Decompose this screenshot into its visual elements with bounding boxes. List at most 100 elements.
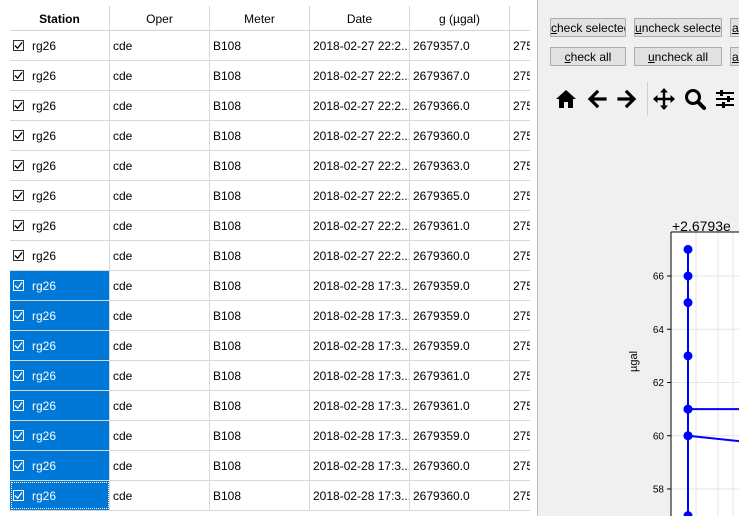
row-checkbox[interactable] (13, 70, 24, 81)
meter-cell[interactable]: B108 (210, 211, 310, 240)
date-cell[interactable]: 2018-02-27 22:2... (310, 121, 410, 150)
oper-cell[interactable]: cde (110, 271, 210, 300)
date-cell[interactable]: 2018-02-27 22:2... (310, 241, 410, 270)
station-cell[interactable]: rg26 (10, 151, 110, 180)
check-all-button[interactable]: check all (550, 47, 626, 66)
meter-cell[interactable]: B108 (210, 121, 310, 150)
table-row[interactable]: rg26 cde B108 2018-02-28 17:3... 2679360.0 27… (10, 451, 537, 481)
date-cell[interactable]: 2018-02-27 22:2... (310, 151, 410, 180)
station-cell[interactable]: rg26 (10, 301, 110, 330)
zoom-icon[interactable] (682, 84, 708, 114)
oper-cell[interactable]: cde (110, 61, 210, 90)
meter-cell[interactable]: B108 (210, 301, 310, 330)
table-row[interactable]: rg26 cde B108 2018-02-28 17:3... 2679359.0 27… (10, 421, 537, 451)
station-cell[interactable]: rg26 (10, 481, 110, 510)
g-cell[interactable]: 2679359.0 (410, 421, 510, 450)
plot-canvas[interactable]: 58 60 62 64 66 (620, 205, 739, 516)
row-checkbox[interactable] (13, 100, 24, 111)
table-row[interactable]: rg26 cde B108 2018-02-28 17:3... 2679360.0 27… (10, 481, 537, 511)
column-header-meter[interactable]: Meter (210, 6, 310, 30)
row-checkbox[interactable] (13, 190, 24, 201)
date-cell[interactable]: 2018-02-28 17:3... (310, 391, 410, 420)
g-cell[interactable]: 2679367.0 (410, 61, 510, 90)
date-cell[interactable]: 2018-02-27 22:2... (310, 181, 410, 210)
table-row[interactable]: rg26 cde B108 2018-02-28 17:3... 2679361.0 27… (10, 391, 537, 421)
date-cell[interactable]: 2018-02-28 17:3... (310, 331, 410, 360)
station-cell[interactable]: rg26 (10, 451, 110, 480)
g-cell[interactable]: 2679359.0 (410, 271, 510, 300)
date-cell[interactable]: 2018-02-28 17:3... (310, 271, 410, 300)
date-cell[interactable]: 2018-02-27 22:2... (310, 91, 410, 120)
meter-cell[interactable]: B108 (210, 181, 310, 210)
home-icon[interactable] (553, 84, 579, 114)
row-checkbox[interactable] (13, 160, 24, 171)
oper-cell[interactable]: cde (110, 91, 210, 120)
meter-cell[interactable]: B108 (210, 481, 310, 510)
meter-cell[interactable]: B108 (210, 91, 310, 120)
oper-cell[interactable]: cde (110, 301, 210, 330)
g-cell[interactable]: 2679360.0 (410, 121, 510, 150)
date-cell[interactable]: 2018-02-27 22:2... (310, 211, 410, 240)
table-row[interactable]: rg26 cde B108 2018-02-27 22:2... 2679360.0 27… (10, 241, 537, 271)
date-cell[interactable]: 2018-02-28 17:3... (310, 451, 410, 480)
oper-cell[interactable]: cde (110, 391, 210, 420)
station-cell[interactable]: rg26 (10, 121, 110, 150)
table-row[interactable]: rg26 cde B108 2018-02-27 22:2... 2679357.0 27… (10, 31, 537, 61)
table-row[interactable]: rg26 cde B108 2018-02-27 22:2... 2679361.0 27… (10, 211, 537, 241)
partial-button-top[interactable]: a (730, 18, 739, 37)
row-checkbox[interactable] (13, 370, 24, 381)
oper-cell[interactable]: cde (110, 211, 210, 240)
row-checkbox[interactable] (13, 340, 24, 351)
g-cell[interactable]: 2679359.0 (410, 301, 510, 330)
oper-cell[interactable]: cde (110, 451, 210, 480)
meter-cell[interactable]: B108 (210, 331, 310, 360)
g-cell[interactable]: 2679360.0 (410, 481, 510, 510)
meter-cell[interactable]: B108 (210, 241, 310, 270)
station-cell[interactable]: rg26 (10, 241, 110, 270)
table-row[interactable]: rg26 cde B108 2018-02-27 22:2... 2679360.0 27… (10, 121, 537, 151)
station-cell[interactable]: rg26 (10, 61, 110, 90)
g-cell[interactable]: 2679361.0 (410, 211, 510, 240)
table-row[interactable]: rg26 cde B108 2018-02-28 17:3... 2679359.0 27… (10, 331, 537, 361)
column-header-station[interactable]: Station (10, 6, 110, 30)
table-row[interactable]: rg26 cde B108 2018-02-28 17:3... 2679361.0 27… (10, 361, 537, 391)
row-checkbox[interactable] (13, 310, 24, 321)
g-cell[interactable]: 2679359.0 (410, 331, 510, 360)
station-cell[interactable]: rg26 (10, 31, 110, 60)
date-cell[interactable]: 2018-02-28 17:3... (310, 421, 410, 450)
station-cell[interactable]: rg26 (10, 421, 110, 450)
station-cell[interactable]: rg26 (10, 361, 110, 390)
row-checkbox[interactable] (13, 490, 24, 501)
table-row[interactable]: rg26 cde B108 2018-02-28 17:3... 2679359.0 27… (10, 301, 537, 331)
station-cell[interactable]: rg26 (10, 211, 110, 240)
uncheck-all-button[interactable]: uncheck all (634, 47, 722, 66)
oper-cell[interactable]: cde (110, 361, 210, 390)
row-checkbox[interactable] (13, 220, 24, 231)
uncheck-selected-button[interactable]: uncheck selected (634, 18, 722, 37)
forward-arrow-icon[interactable] (614, 84, 640, 114)
column-header-date[interactable]: Date (310, 6, 410, 30)
date-cell[interactable]: 2018-02-28 17:3... (310, 301, 410, 330)
oper-cell[interactable]: cde (110, 151, 210, 180)
table-row[interactable]: rg26 cde B108 2018-02-27 22:2... 2679367.0 27… (10, 61, 537, 91)
row-checkbox[interactable] (13, 280, 24, 291)
partial-button-bottom[interactable]: a (730, 47, 739, 66)
station-cell[interactable]: rg26 (10, 91, 110, 120)
g-cell[interactable]: 2679365.0 (410, 181, 510, 210)
row-checkbox[interactable] (13, 250, 24, 261)
oper-cell[interactable]: cde (110, 31, 210, 60)
row-checkbox[interactable] (13, 400, 24, 411)
check-selected-button[interactable]: check selected (550, 18, 626, 37)
date-cell[interactable]: 2018-02-28 17:3... (310, 481, 410, 510)
oper-cell[interactable]: cde (110, 121, 210, 150)
station-cell[interactable]: rg26 (10, 181, 110, 210)
meter-cell[interactable]: B108 (210, 271, 310, 300)
meter-cell[interactable]: B108 (210, 31, 310, 60)
meter-cell[interactable]: B108 (210, 61, 310, 90)
oper-cell[interactable]: cde (110, 181, 210, 210)
row-checkbox[interactable] (13, 40, 24, 51)
column-header-g[interactable]: g (µgal) (410, 6, 510, 30)
g-cell[interactable]: 2679363.0 (410, 151, 510, 180)
g-cell[interactable]: 2679366.0 (410, 91, 510, 120)
table-row[interactable]: rg26 cde B108 2018-02-27 22:2... 2679363.0 27… (10, 151, 537, 181)
